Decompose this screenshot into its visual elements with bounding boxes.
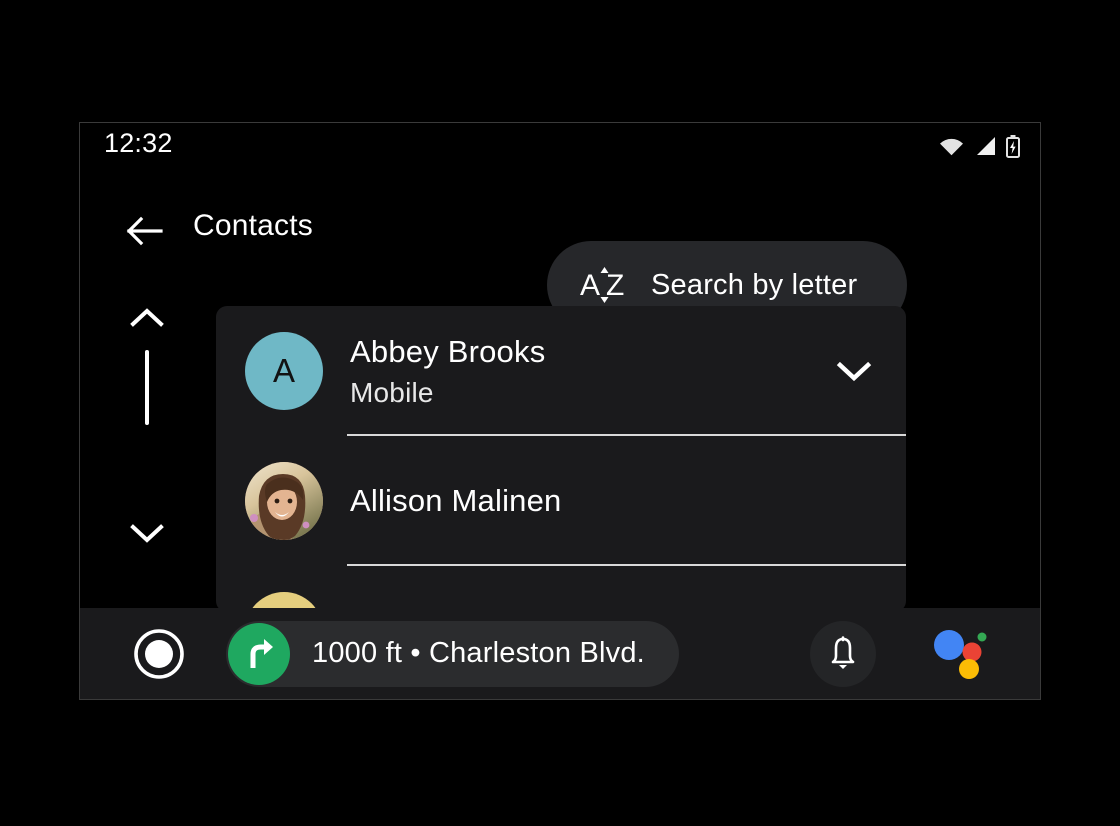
back-button[interactable] bbox=[120, 207, 168, 255]
notifications-button[interactable] bbox=[810, 620, 876, 687]
contact-name: Abbey Brooks bbox=[350, 333, 546, 369]
home-circle-icon bbox=[134, 628, 184, 679]
contact-name: Allison Malinen bbox=[350, 483, 562, 518]
contact-text-block: Abbey Brooks Mobile bbox=[350, 334, 828, 409]
contact-list[interactable]: A Abbey Brooks Mobile Allison Malinen bbox=[216, 306, 906, 612]
avatar-initial: A bbox=[272, 352, 295, 389]
expand-contact-button[interactable] bbox=[828, 351, 880, 391]
scrollbar-thumb[interactable] bbox=[145, 350, 149, 425]
contact-text-block: Allison Malinen bbox=[350, 483, 828, 519]
bell-icon bbox=[831, 635, 855, 669]
app-header: Contacts A Z Search by letter bbox=[80, 183, 1040, 329]
chevron-down-icon bbox=[130, 524, 164, 543]
status-bar-clock: 12:32 bbox=[104, 128, 173, 158]
contact-list-item[interactable]: A Abbey Brooks Mobile bbox=[216, 306, 906, 436]
bottom-navigation-bar: 1000 ft • Charleston Blvd. bbox=[80, 608, 1040, 699]
contact-list-item[interactable]: Allison Malinen bbox=[216, 436, 906, 566]
wifi-icon bbox=[940, 138, 963, 156]
navigation-instruction: 1000 ft • Charleston Blvd. bbox=[312, 637, 645, 669]
status-bar-icons bbox=[939, 135, 1020, 158]
arrow-left-icon bbox=[126, 216, 163, 246]
scroll-down-button[interactable] bbox=[127, 518, 167, 548]
chevron-up-icon bbox=[130, 308, 164, 327]
avatar bbox=[245, 462, 323, 540]
car-display-frame: 12:32 Contacts A Z Search by letter A Ab… bbox=[79, 122, 1041, 700]
battery-charging-icon bbox=[1006, 135, 1020, 158]
navigation-status-pill[interactable]: 1000 ft • Charleston Blvd. bbox=[226, 620, 679, 687]
scroll-up-button[interactable] bbox=[127, 303, 167, 333]
contact-list-item[interactable]: J Jennifer Goodman bbox=[216, 566, 906, 612]
svg-text:Z: Z bbox=[606, 269, 624, 302]
list-scrollbar[interactable] bbox=[118, 303, 176, 603]
contact-subtitle: Mobile bbox=[350, 376, 434, 408]
google-assistant-icon bbox=[934, 629, 987, 679]
status-bar: 12:32 bbox=[80, 123, 1040, 171]
home-button[interactable] bbox=[133, 628, 185, 680]
cellular-signal-icon bbox=[977, 137, 995, 155]
page-title: Contacts bbox=[193, 209, 313, 242]
chevron-down-icon bbox=[836, 361, 872, 382]
search-by-letter-label: Search by letter bbox=[651, 268, 858, 301]
google-assistant-button[interactable] bbox=[930, 626, 996, 682]
az-sort-icon: A Z bbox=[580, 262, 632, 308]
expand-contact-placeholder bbox=[828, 481, 880, 521]
turn-right-icon bbox=[228, 622, 290, 685]
contact-photo bbox=[245, 462, 323, 540]
svg-text:A: A bbox=[580, 269, 600, 302]
avatar: A bbox=[245, 332, 323, 410]
